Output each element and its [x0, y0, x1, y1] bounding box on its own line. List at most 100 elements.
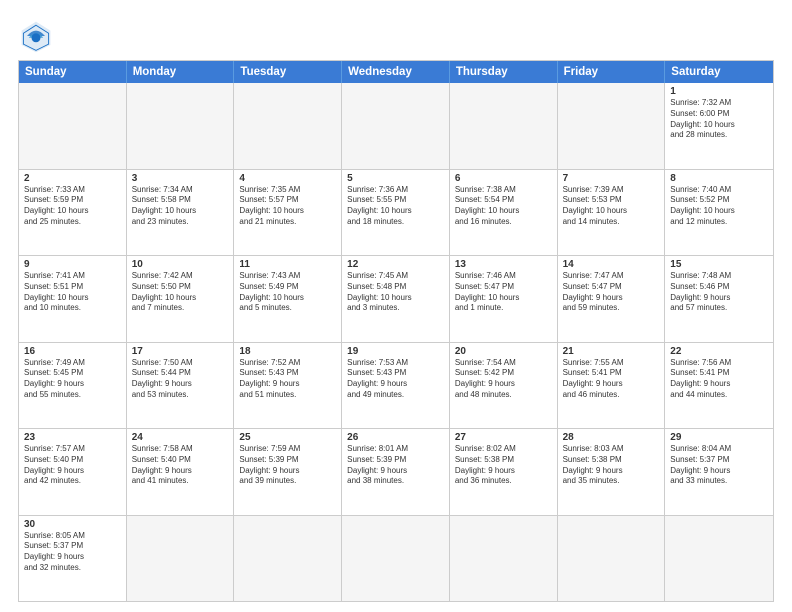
day-info: Sunrise: 7:59 AM Sunset: 5:39 PM Dayligh…: [239, 444, 336, 487]
day-number: 13: [455, 259, 552, 270]
day-info: Sunrise: 7:58 AM Sunset: 5:40 PM Dayligh…: [132, 444, 229, 487]
day-number: 23: [24, 432, 121, 443]
day-cell: 7Sunrise: 7:39 AM Sunset: 5:53 PM Daylig…: [558, 170, 666, 256]
calendar-grid: 1Sunrise: 7:32 AM Sunset: 6:00 PM Daylig…: [19, 83, 773, 601]
day-cell: [665, 516, 773, 602]
day-number: 15: [670, 259, 768, 270]
day-cell: [342, 83, 450, 169]
day-info: Sunrise: 7:55 AM Sunset: 5:41 PM Dayligh…: [563, 358, 660, 401]
day-cell: 16Sunrise: 7:49 AM Sunset: 5:45 PM Dayli…: [19, 343, 127, 429]
day-number: 5: [347, 173, 444, 184]
day-info: Sunrise: 7:57 AM Sunset: 5:40 PM Dayligh…: [24, 444, 121, 487]
day-info: Sunrise: 7:38 AM Sunset: 5:54 PM Dayligh…: [455, 185, 552, 228]
day-cell: 28Sunrise: 8:03 AM Sunset: 5:38 PM Dayli…: [558, 429, 666, 515]
day-cell: 15Sunrise: 7:48 AM Sunset: 5:46 PM Dayli…: [665, 256, 773, 342]
day-number: 1: [670, 86, 768, 97]
day-number: 30: [24, 519, 121, 530]
day-number: 17: [132, 346, 229, 357]
day-number: 7: [563, 173, 660, 184]
day-cell: 23Sunrise: 7:57 AM Sunset: 5:40 PM Dayli…: [19, 429, 127, 515]
day-cell: [558, 516, 666, 602]
logo-icon: [18, 18, 54, 54]
week-row-1: 1Sunrise: 7:32 AM Sunset: 6:00 PM Daylig…: [19, 83, 773, 170]
day-info: Sunrise: 7:46 AM Sunset: 5:47 PM Dayligh…: [455, 271, 552, 314]
day-info: Sunrise: 7:47 AM Sunset: 5:47 PM Dayligh…: [563, 271, 660, 314]
day-number: 21: [563, 346, 660, 357]
week-row-2: 2Sunrise: 7:33 AM Sunset: 5:59 PM Daylig…: [19, 170, 773, 257]
day-number: 25: [239, 432, 336, 443]
day-cell: 4Sunrise: 7:35 AM Sunset: 5:57 PM Daylig…: [234, 170, 342, 256]
day-cell: 24Sunrise: 7:58 AM Sunset: 5:40 PM Dayli…: [127, 429, 235, 515]
day-cell: 13Sunrise: 7:46 AM Sunset: 5:47 PM Dayli…: [450, 256, 558, 342]
day-number: 28: [563, 432, 660, 443]
day-info: Sunrise: 7:50 AM Sunset: 5:44 PM Dayligh…: [132, 358, 229, 401]
day-number: 11: [239, 259, 336, 270]
week-row-3: 9Sunrise: 7:41 AM Sunset: 5:51 PM Daylig…: [19, 256, 773, 343]
day-info: Sunrise: 7:39 AM Sunset: 5:53 PM Dayligh…: [563, 185, 660, 228]
day-info: Sunrise: 7:41 AM Sunset: 5:51 PM Dayligh…: [24, 271, 121, 314]
day-number: 22: [670, 346, 768, 357]
day-cell: [127, 516, 235, 602]
week-row-6: 30Sunrise: 8:05 AM Sunset: 5:37 PM Dayli…: [19, 516, 773, 602]
day-info: Sunrise: 8:04 AM Sunset: 5:37 PM Dayligh…: [670, 444, 768, 487]
day-number: 2: [24, 173, 121, 184]
day-number: 20: [455, 346, 552, 357]
day-info: Sunrise: 8:01 AM Sunset: 5:39 PM Dayligh…: [347, 444, 444, 487]
day-cell: 20Sunrise: 7:54 AM Sunset: 5:42 PM Dayli…: [450, 343, 558, 429]
day-cell: 18Sunrise: 7:52 AM Sunset: 5:43 PM Dayli…: [234, 343, 342, 429]
day-info: Sunrise: 7:35 AM Sunset: 5:57 PM Dayligh…: [239, 185, 336, 228]
day-number: 3: [132, 173, 229, 184]
day-number: 27: [455, 432, 552, 443]
day-number: 10: [132, 259, 229, 270]
day-header-wednesday: Wednesday: [342, 61, 450, 83]
day-number: 18: [239, 346, 336, 357]
day-info: Sunrise: 7:42 AM Sunset: 5:50 PM Dayligh…: [132, 271, 229, 314]
day-cell: 10Sunrise: 7:42 AM Sunset: 5:50 PM Dayli…: [127, 256, 235, 342]
day-info: Sunrise: 7:36 AM Sunset: 5:55 PM Dayligh…: [347, 185, 444, 228]
day-number: 12: [347, 259, 444, 270]
day-cell: [127, 83, 235, 169]
day-cell: [450, 83, 558, 169]
day-number: 24: [132, 432, 229, 443]
header: [18, 18, 774, 54]
day-cell: [342, 516, 450, 602]
day-cell: 26Sunrise: 8:01 AM Sunset: 5:39 PM Dayli…: [342, 429, 450, 515]
page: SundayMondayTuesdayWednesdayThursdayFrid…: [0, 0, 792, 612]
day-number: 8: [670, 173, 768, 184]
day-info: Sunrise: 8:05 AM Sunset: 5:37 PM Dayligh…: [24, 531, 121, 574]
day-cell: [234, 516, 342, 602]
logo: [18, 18, 58, 54]
day-cell: 29Sunrise: 8:04 AM Sunset: 5:37 PM Dayli…: [665, 429, 773, 515]
day-cell: 19Sunrise: 7:53 AM Sunset: 5:43 PM Dayli…: [342, 343, 450, 429]
day-info: Sunrise: 7:52 AM Sunset: 5:43 PM Dayligh…: [239, 358, 336, 401]
day-cell: 21Sunrise: 7:55 AM Sunset: 5:41 PM Dayli…: [558, 343, 666, 429]
calendar: SundayMondayTuesdayWednesdayThursdayFrid…: [18, 60, 774, 602]
day-info: Sunrise: 8:02 AM Sunset: 5:38 PM Dayligh…: [455, 444, 552, 487]
day-cell: 3Sunrise: 7:34 AM Sunset: 5:58 PM Daylig…: [127, 170, 235, 256]
day-cell: 27Sunrise: 8:02 AM Sunset: 5:38 PM Dayli…: [450, 429, 558, 515]
day-cell: 14Sunrise: 7:47 AM Sunset: 5:47 PM Dayli…: [558, 256, 666, 342]
day-cell: 17Sunrise: 7:50 AM Sunset: 5:44 PM Dayli…: [127, 343, 235, 429]
day-info: Sunrise: 8:03 AM Sunset: 5:38 PM Dayligh…: [563, 444, 660, 487]
day-cell: 25Sunrise: 7:59 AM Sunset: 5:39 PM Dayli…: [234, 429, 342, 515]
day-header-tuesday: Tuesday: [234, 61, 342, 83]
day-info: Sunrise: 7:34 AM Sunset: 5:58 PM Dayligh…: [132, 185, 229, 228]
day-header-sunday: Sunday: [19, 61, 127, 83]
day-cell: 1Sunrise: 7:32 AM Sunset: 6:00 PM Daylig…: [665, 83, 773, 169]
day-number: 16: [24, 346, 121, 357]
day-cell: 2Sunrise: 7:33 AM Sunset: 5:59 PM Daylig…: [19, 170, 127, 256]
day-cell: [450, 516, 558, 602]
day-cell: [234, 83, 342, 169]
day-number: 26: [347, 432, 444, 443]
day-info: Sunrise: 7:40 AM Sunset: 5:52 PM Dayligh…: [670, 185, 768, 228]
day-cell: 30Sunrise: 8:05 AM Sunset: 5:37 PM Dayli…: [19, 516, 127, 602]
day-info: Sunrise: 7:49 AM Sunset: 5:45 PM Dayligh…: [24, 358, 121, 401]
day-info: Sunrise: 7:33 AM Sunset: 5:59 PM Dayligh…: [24, 185, 121, 228]
day-number: 29: [670, 432, 768, 443]
day-cell: [558, 83, 666, 169]
week-row-5: 23Sunrise: 7:57 AM Sunset: 5:40 PM Dayli…: [19, 429, 773, 516]
day-number: 4: [239, 173, 336, 184]
day-cell: 8Sunrise: 7:40 AM Sunset: 5:52 PM Daylig…: [665, 170, 773, 256]
day-header-monday: Monday: [127, 61, 235, 83]
day-cell: 5Sunrise: 7:36 AM Sunset: 5:55 PM Daylig…: [342, 170, 450, 256]
